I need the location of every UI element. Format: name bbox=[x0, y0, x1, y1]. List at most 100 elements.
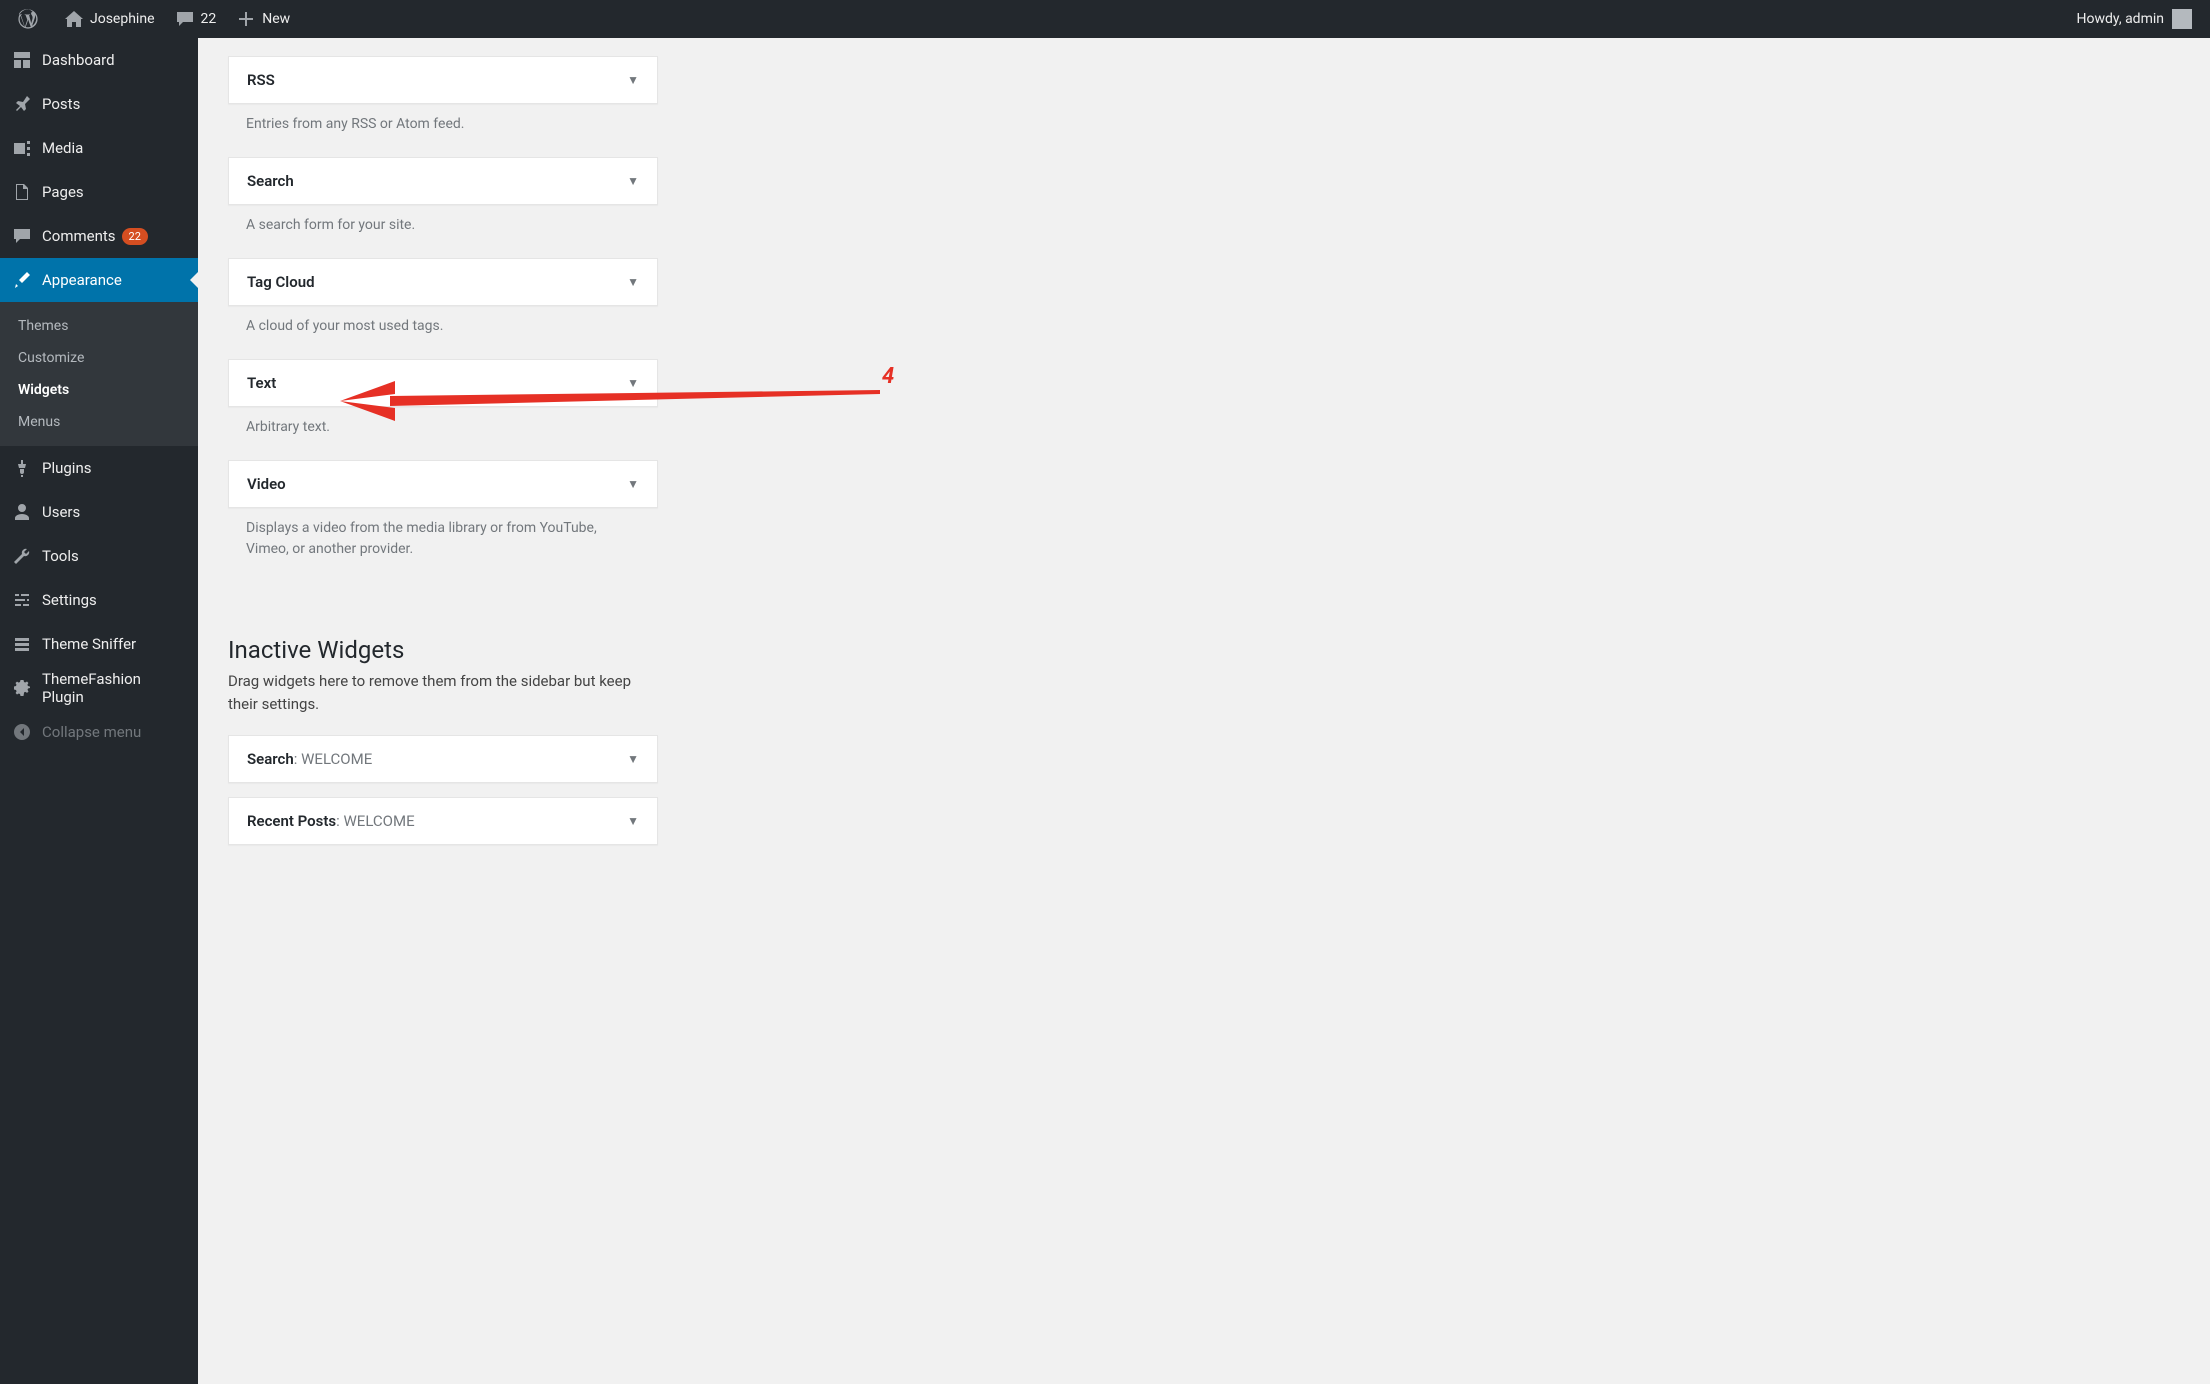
sidebar-subitem-label: Widgets bbox=[18, 382, 69, 398]
sidebar-item-label: Media bbox=[42, 139, 83, 157]
home-icon bbox=[64, 9, 84, 29]
admin-bar: Josephine 22 New Howdy, admin bbox=[0, 0, 2210, 38]
widget-search[interactable]: Search ▼ bbox=[228, 157, 658, 205]
sidebar-item-themefashion-plugin[interactable]: ThemeFashion Plugin bbox=[0, 666, 198, 710]
widget-head[interactable]: Video▼ bbox=[229, 461, 657, 507]
available-widgets-column: RSS ▼ Entries from any RSS or Atom feed. Se… bbox=[228, 56, 658, 576]
sidebar-item-label: Posts bbox=[42, 95, 80, 113]
sidebar-subitem-menus[interactable]: Menus bbox=[0, 406, 198, 438]
chevron-down-icon[interactable]: ▼ bbox=[627, 73, 639, 87]
widget-head[interactable]: Tag Cloud▼ bbox=[229, 259, 657, 305]
widget-title: Search bbox=[247, 172, 294, 190]
sidebar-item-label: Appearance bbox=[42, 271, 122, 289]
admin-bar-left: Josephine 22 New bbox=[8, 0, 300, 38]
wp-logo-menu[interactable] bbox=[8, 0, 54, 38]
sidebar-item-label: Dashboard bbox=[42, 51, 115, 69]
user-icon bbox=[12, 502, 32, 522]
widget-tag-cloud[interactable]: Tag Cloud▼ bbox=[228, 258, 658, 306]
sidebar-subitem-widgets[interactable]: Widgets bbox=[0, 374, 198, 406]
comment-icon bbox=[175, 9, 195, 29]
sidebar-item-users[interactable]: Users bbox=[0, 490, 198, 534]
chevron-down-icon[interactable]: ▼ bbox=[627, 275, 639, 289]
chevron-down-icon[interactable]: ▼ bbox=[627, 376, 639, 390]
widget-value: : WELCOME bbox=[336, 812, 415, 830]
sidebar-item-theme-sniffer[interactable]: Theme Sniffer bbox=[0, 622, 198, 666]
sidebar-item-plugins[interactable]: Plugins bbox=[0, 446, 198, 490]
wrench-icon bbox=[12, 546, 32, 566]
widget-rss[interactable]: RSS ▼ bbox=[228, 56, 658, 104]
pin-icon bbox=[12, 94, 32, 114]
collapse-menu[interactable]: Collapse menu bbox=[0, 710, 198, 754]
sliders-icon bbox=[12, 590, 32, 610]
comments-menu[interactable]: 22 bbox=[165, 0, 227, 38]
widget-title: RSS bbox=[247, 71, 275, 89]
media-icon bbox=[12, 138, 32, 158]
wordpress-icon bbox=[18, 9, 38, 29]
howdy-text: Howdy, admin bbox=[2077, 11, 2164, 27]
widget-head[interactable]: Search: WELCOME ▼ bbox=[229, 736, 657, 782]
sidebar-item-comments[interactable]: Comments22 bbox=[0, 214, 198, 258]
widget-head[interactable]: Text ▼ bbox=[229, 360, 657, 406]
widget-text[interactable]: Text ▼ bbox=[228, 359, 658, 407]
chevron-down-icon[interactable]: ▼ bbox=[627, 752, 639, 766]
gear-icon bbox=[12, 678, 32, 698]
widget-desc: Arbitrary text. bbox=[228, 407, 658, 454]
widget-head[interactable]: Recent Posts: WELCOME ▼ bbox=[229, 798, 657, 844]
sidebar-item-label: Tools bbox=[42, 547, 79, 565]
howdy-prefix: Howdy, bbox=[2077, 11, 2126, 27]
pages-icon bbox=[12, 182, 32, 202]
plus-icon bbox=[236, 9, 256, 29]
widget-value: : WELCOME bbox=[294, 750, 373, 768]
sidebar-subitem-customize[interactable]: Customize bbox=[0, 342, 198, 374]
sidebar-item-dashboard[interactable]: Dashboard bbox=[0, 38, 198, 82]
chevron-down-icon[interactable]: ▼ bbox=[627, 174, 639, 188]
widget-head[interactable]: Search ▼ bbox=[229, 158, 657, 204]
brush-icon bbox=[12, 270, 32, 290]
sidebar-item-label: Plugins bbox=[42, 459, 91, 477]
sidebar-item-label: Theme Sniffer bbox=[42, 635, 136, 653]
inactive-widget-inactive-recent-posts[interactable]: Recent Posts: WELCOME ▼ bbox=[228, 797, 658, 845]
sidebar-item-label: Settings bbox=[42, 591, 97, 609]
sidebar-item-appearance[interactable]: Appearance bbox=[0, 258, 198, 302]
sidebar-item-tools[interactable]: Tools bbox=[0, 534, 198, 578]
my-account-menu[interactable]: Howdy, admin bbox=[2067, 0, 2202, 38]
new-content-menu[interactable]: New bbox=[226, 0, 300, 38]
annotation-label: 4 bbox=[882, 364, 894, 389]
new-content-label: New bbox=[262, 11, 290, 27]
widget-desc: A search form for your site. bbox=[228, 205, 658, 252]
sidebar-item-settings[interactable]: Settings bbox=[0, 578, 198, 622]
sidebar-subitem-label: Menus bbox=[18, 414, 60, 430]
sidebar-subitem-label: Customize bbox=[18, 350, 84, 366]
widget-name: Search bbox=[247, 750, 294, 768]
sidebar-item-pages[interactable]: Pages bbox=[0, 170, 198, 214]
site-name-menu[interactable]: Josephine bbox=[54, 0, 165, 38]
sidebar-item-label: Pages bbox=[42, 183, 84, 201]
widget-title: Recent Posts: WELCOME bbox=[247, 812, 415, 830]
widget-title: Text bbox=[247, 374, 276, 392]
sidebar-subitem-themes[interactable]: Themes bbox=[0, 310, 198, 342]
admin-bar-right: Howdy, admin bbox=[2067, 0, 2202, 38]
content-area: RSS ▼ Entries from any RSS or Atom feed. Se… bbox=[198, 38, 2210, 1384]
inactive-widgets-column: Search: WELCOME▼Recent Posts: WELCOME▼ bbox=[228, 735, 658, 845]
collapse-label: Collapse menu bbox=[42, 723, 141, 741]
plug-icon bbox=[12, 458, 32, 478]
widget-video[interactable]: Video▼ bbox=[228, 460, 658, 508]
sidebar-item-posts[interactable]: Posts bbox=[0, 82, 198, 126]
inactive-widget-inactive-search[interactable]: Search: WELCOME ▼ bbox=[228, 735, 658, 783]
chevron-down-icon[interactable]: ▼ bbox=[627, 814, 639, 828]
widget-desc: Entries from any RSS or Atom feed. bbox=[228, 104, 658, 151]
collapse-icon bbox=[12, 722, 32, 742]
chevron-down-icon[interactable]: ▼ bbox=[627, 477, 639, 491]
widget-desc: Displays a video from the media library … bbox=[228, 508, 658, 576]
sidebar-subitem-label: Themes bbox=[18, 318, 68, 334]
sidebar-item-media[interactable]: Media bbox=[0, 126, 198, 170]
sidebar-item-label: ThemeFashion Plugin bbox=[42, 670, 186, 706]
widget-title: Search: WELCOME bbox=[247, 750, 372, 768]
dashboard-icon bbox=[12, 50, 32, 70]
site-name-label: Josephine bbox=[90, 11, 155, 27]
list-icon bbox=[12, 634, 32, 654]
avatar bbox=[2172, 9, 2192, 29]
admin-sidebar: Dashboard Posts Media Pages Comments22 Appear… bbox=[0, 38, 198, 1384]
widget-desc: A cloud of your most used tags. bbox=[228, 306, 658, 353]
widget-head[interactable]: RSS ▼ bbox=[229, 57, 657, 103]
